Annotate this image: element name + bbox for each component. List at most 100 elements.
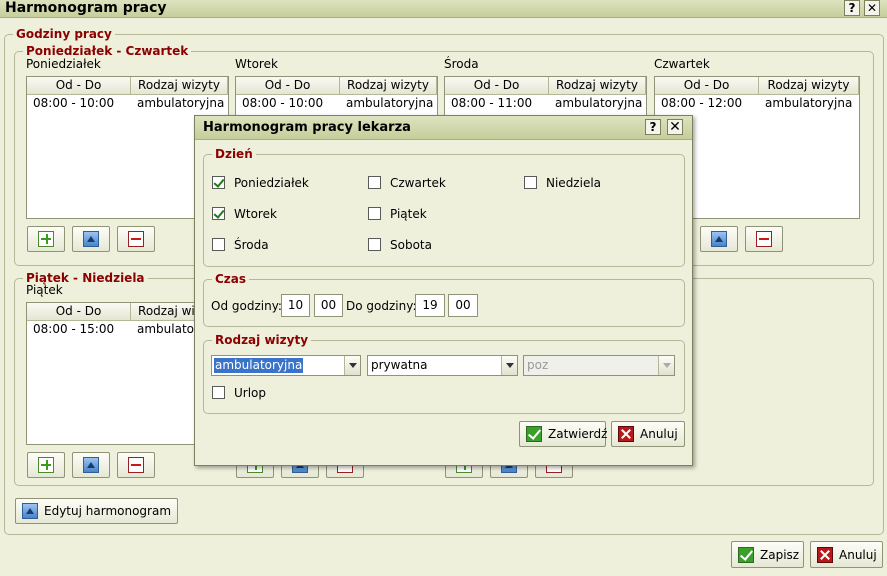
dialog-help-button[interactable]: ? (645, 119, 661, 135)
cell-type: ambulatoryjna (555, 96, 643, 110)
col-header-time[interactable]: Od - Do (655, 77, 759, 94)
cancel-icon (618, 426, 634, 442)
checkbox-thursday[interactable] (368, 176, 381, 189)
table-header: Od - Do Rodzaj wizyty (236, 77, 437, 95)
chevron-down-icon[interactable] (344, 356, 360, 375)
edit-button[interactable] (72, 226, 110, 252)
edit-button[interactable] (72, 452, 110, 478)
table-row[interactable]: 08:00 - 11:00 ambulatoryjna (445, 95, 646, 112)
checkbox-monday-label: Poniedziałek (234, 176, 309, 190)
col-header-time[interactable]: Od - Do (27, 303, 131, 320)
dialog-close-button[interactable]: ✕ (667, 119, 683, 135)
checkbox-sunday[interactable] (524, 176, 537, 189)
remove-button[interactable] (117, 452, 155, 478)
checkbox-monday[interactable] (212, 176, 225, 189)
visit-type-value: ambulatoryjna (214, 358, 304, 373)
window-titlebar: Harmonogram pracy ? ✕ (0, 0, 887, 18)
day-label-wednesday: Środa (444, 57, 479, 71)
checkbox-sunday-label: Niedziela (546, 176, 602, 190)
from-minute-input[interactable]: 00 (314, 294, 343, 317)
edit-button[interactable] (700, 226, 738, 252)
visit-type-select[interactable]: ambulatoryjna (211, 355, 361, 376)
add-button[interactable] (27, 452, 65, 478)
cell-type: ambulatoryjna (765, 96, 853, 110)
check-icon (526, 426, 542, 442)
table-header: Od - Do Rodzaj wizyty (655, 77, 859, 95)
remove-button[interactable] (745, 226, 783, 252)
plus-icon (38, 457, 54, 473)
visit-type-section-legend: Rodzaj wizyty (215, 333, 309, 347)
cell-time: 08:00 - 12:00 (661, 96, 743, 110)
confirm-label: Zatwierdź (548, 427, 608, 441)
edit-schedule-label: Edytuj harmonogram (44, 504, 172, 518)
table-row[interactable]: 08:00 - 10:00 ambulatoryjna (236, 95, 437, 112)
payer-select[interactable]: prywatna (367, 355, 518, 376)
window-title: Harmonogram pracy (5, 0, 167, 16)
cell-type: ambulatoryjna (346, 96, 434, 110)
table-row[interactable]: 08:00 - 12:00 ambulatoryjna (655, 95, 859, 112)
col-header-time[interactable]: Od - Do (236, 77, 340, 94)
remove-button[interactable] (117, 226, 155, 252)
from-hour-input[interactable]: 10 (281, 294, 310, 317)
cancel-icon (817, 546, 833, 563)
to-hour-input[interactable]: 19 (415, 294, 445, 317)
save-button[interactable]: Zapisz (731, 541, 804, 568)
checkbox-wednesday[interactable] (212, 238, 225, 251)
table-header: Od - Do Rodzaj wizyty (445, 77, 646, 95)
dialog-cancel-label: Anuluj (640, 427, 678, 441)
minus-icon (128, 231, 144, 247)
day-label-friday: Piątek (26, 283, 63, 297)
cancel-button[interactable]: Anuluj (810, 541, 883, 568)
cell-time: 08:00 - 11:00 (451, 96, 533, 110)
cancel-label: Anuluj (839, 547, 877, 562)
edit-schedule-button[interactable]: Edytuj harmonogram (15, 498, 179, 524)
col-header-type[interactable]: Rodzaj wizyty (759, 77, 859, 94)
table-header: Od - Do Rodzaj wizyty (27, 77, 228, 95)
help-button[interactable]: ? (844, 0, 860, 16)
checkbox-saturday-label: Sobota (390, 238, 432, 252)
day-label-thursday: Czwartek (654, 57, 710, 71)
day-label-monday: Poniedziałek (26, 57, 101, 71)
save-label: Zapisz (760, 547, 800, 562)
checkbox-friday-label: Piątek (390, 207, 427, 221)
checkbox-thursday-label: Czwartek (390, 176, 446, 190)
checkbox-wednesday-label: Środa (234, 238, 269, 252)
table-row[interactable]: 08:00 - 10:00 ambulatoryjna (27, 95, 228, 112)
col-header-time[interactable]: Od - Do (27, 77, 131, 94)
checkbox-tuesday[interactable] (212, 207, 225, 220)
to-minute-input[interactable]: 00 (448, 294, 478, 317)
add-button[interactable] (27, 226, 65, 252)
col-header-type[interactable]: Rodzaj wizyty (131, 77, 228, 94)
dialog-cancel-button[interactable]: Anuluj (611, 421, 685, 447)
dialog-title: Harmonogram pracy lekarza (203, 120, 411, 135)
minus-icon (128, 457, 144, 473)
contract-value: poz (527, 358, 549, 372)
chevron-down-icon[interactable] (501, 356, 517, 375)
arrow-up-icon (83, 231, 99, 247)
checkbox-saturday[interactable] (368, 238, 381, 251)
from-hour-label: Od godziny: (211, 299, 282, 313)
working-hours-legend: Godziny pracy (16, 27, 112, 41)
group-mon-thu-legend: Poniedziałek - Czwartek (26, 44, 189, 58)
checkbox-leave-label: Urlop (234, 386, 267, 400)
day-label-tuesday: Wtorek (235, 57, 278, 71)
day-section-legend: Dzień (215, 147, 253, 161)
checkbox-tuesday-label: Wtorek (234, 207, 277, 221)
minus-icon (756, 231, 772, 247)
cell-time: 08:00 - 10:00 (242, 96, 324, 110)
dialog-titlebar: Harmonogram pracy lekarza ? ✕ (195, 116, 692, 140)
col-header-type[interactable]: Rodzaj wizyty (340, 77, 437, 94)
checkbox-friday[interactable] (368, 207, 381, 220)
checkbox-leave[interactable] (212, 386, 225, 399)
payer-value: prywatna (371, 358, 428, 372)
contract-select: poz (523, 355, 675, 376)
col-header-type[interactable]: Rodzaj wizyty (549, 77, 646, 94)
time-section-legend: Czas (215, 272, 247, 286)
arrow-up-icon (711, 231, 727, 247)
col-header-time[interactable]: Od - Do (445, 77, 549, 94)
close-button[interactable]: ✕ (864, 0, 880, 16)
confirm-button[interactable]: Zatwierdź (519, 421, 608, 447)
chevron-down-icon (658, 356, 674, 375)
cell-time: 08:00 - 10:00 (33, 96, 115, 110)
cell-type: ambulatoryjna (137, 96, 225, 110)
